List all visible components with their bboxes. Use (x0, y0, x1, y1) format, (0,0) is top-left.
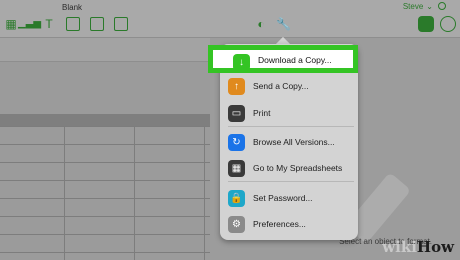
history-icon: ↻ (228, 133, 245, 151)
menu-item-preferences[interactable]: ⚙ Preferences... (228, 215, 352, 233)
menu-item-send-copy[interactable]: ↑ Send a Copy... (228, 77, 352, 95)
comment-icon[interactable] (114, 17, 128, 31)
chevron-down-icon: ⌄ (426, 2, 433, 11)
user-menu[interactable]: Steve ⌄ (403, 2, 446, 11)
menu-item-browse-versions[interactable]: ↻ Browse All Versions... (228, 133, 352, 151)
wikihow-watermark: wikiHow (382, 238, 454, 256)
menu-separator (228, 126, 354, 127)
sheet-ruler (0, 38, 210, 62)
menu-item-set-password[interactable]: 🔒 Set Password... (228, 189, 352, 207)
tools-menu: ↑ Send a Copy... ▭ Print ↻ Browse All Ve… (220, 44, 358, 240)
table-grid[interactable] (0, 126, 210, 260)
menu-item-download-copy[interactable]: ↓ Download a Copy... (208, 45, 358, 73)
wrench-icon[interactable]: 🔧 (276, 17, 291, 31)
toolbar: Blank Steve ⌄ ▦ ▁▃▅ T ◐ 🔧 (0, 0, 460, 38)
print-icon: ▭ (228, 104, 245, 122)
lock-icon: 🔒 (228, 189, 245, 207)
organize-icon[interactable] (440, 16, 456, 32)
menu-separator (228, 181, 354, 182)
table-icon[interactable]: ▦ (4, 17, 18, 31)
send-icon: ↑ (228, 77, 245, 95)
feedback-icon[interactable] (438, 2, 446, 10)
gear-icon: ⚙ (228, 215, 245, 233)
shape-icon[interactable] (66, 17, 80, 31)
document-title: Blank (62, 3, 83, 12)
user-name: Steve (402, 2, 424, 11)
collaborate-icon[interactable]: ◐ (254, 17, 268, 31)
media-icon[interactable] (90, 17, 104, 31)
grid-icon: ▦ (228, 159, 245, 177)
menu-item-my-spreadsheets[interactable]: ▦ Go to My Spreadsheets (228, 159, 352, 177)
table-header-row (0, 114, 210, 126)
menu-item-print[interactable]: ▭ Print (228, 104, 352, 122)
format-button[interactable] (418, 16, 434, 32)
download-icon: ↓ (233, 54, 250, 71)
text-icon[interactable]: T (42, 17, 56, 31)
chart-icon[interactable]: ▁▃▅ (18, 17, 41, 31)
